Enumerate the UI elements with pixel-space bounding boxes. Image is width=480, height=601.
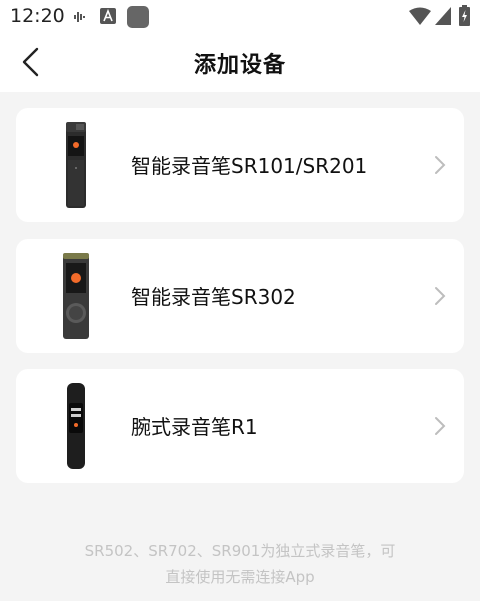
cellular-icon [435,7,451,25]
footer-note-line-1: SR502、SR702、SR901为独立式录音笔，可 [84,542,396,560]
device-card-sr302[interactable]: 智能录音笔SR302 [16,239,464,353]
device-label: 智能录音笔SR101/SR201 [131,154,368,178]
battery-charging-icon [459,5,470,26]
chevron-right-icon [435,156,446,174]
device-label: 智能录音笔SR302 [131,285,296,309]
font-app-icon [100,8,116,24]
footer-note-line-2: 直接使用无需连接App [165,568,315,586]
device-label: 腕式录音笔R1 [131,415,258,439]
wifi-icon [409,7,431,25]
page-title: 添加设备 [193,53,286,78]
device-card-sr101-sr201[interactable]: 智能录音笔SR101/SR201 [16,108,464,222]
device-card-r1[interactable]: 腕式录音笔R1 [16,369,464,483]
signal-wave-icon [74,12,85,22]
status-time: 12:20 [10,5,65,27]
chevron-right-icon [435,417,446,435]
wrist-recorder-r1-image [67,383,85,469]
recorder-sr101-image [66,122,86,208]
status-bar: 12:20 [0,0,480,34]
chevron-right-icon [435,287,446,305]
recorder-sr302-image [63,253,89,339]
footer-note: SR502、SR702、SR901为独立式录音笔，可 直接使用无需连接App [20,538,460,590]
app-square-icon [127,6,149,28]
add-device-screen: 12:20 添加设备 智能录音笔SR101/SR201 智能录音笔SR302 腕… [0,0,480,601]
header-bar: 添加设备 [0,34,480,92]
